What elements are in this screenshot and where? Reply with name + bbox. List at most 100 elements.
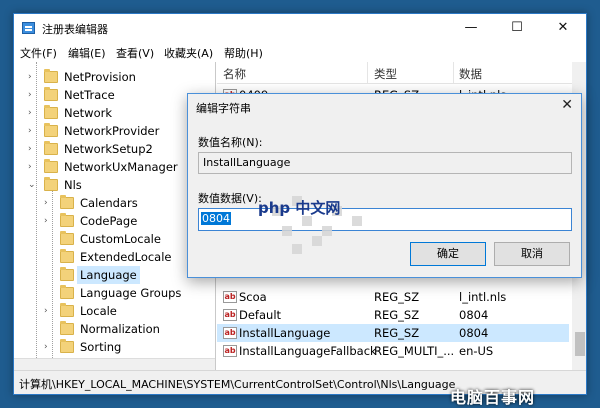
tree-node[interactable]: › Sorting	[14, 338, 214, 356]
php-logo-text: php 中文网	[258, 199, 341, 217]
value-type: REG_MULTI_...	[374, 344, 455, 358]
folder-icon	[44, 105, 58, 119]
value-data-selection: 0804	[201, 212, 231, 225]
expand-chevron-icon[interactable]: ›	[28, 158, 38, 176]
registry-editor-icon	[22, 22, 35, 34]
minimize-button[interactable]: —	[448, 14, 494, 42]
tree-node-label: NetworkUxManager	[64, 160, 178, 174]
folder-icon	[60, 213, 74, 227]
folder-icon	[44, 87, 58, 101]
expand-chevron-icon[interactable]: ›	[28, 86, 38, 104]
tree-node-label: NetProvision	[64, 70, 136, 84]
tree-node-label: Language	[77, 266, 140, 284]
tree-node[interactable]: Language	[14, 266, 214, 284]
window-title: 注册表编辑器	[42, 23, 108, 36]
expand-chevron-icon[interactable]: ›	[28, 140, 38, 158]
tree-node-label: Nls	[64, 178, 82, 192]
folder-icon	[60, 321, 74, 335]
title-bar: 注册表编辑器 — ☐ ✕	[14, 14, 586, 42]
value-name: InstallLanguageFallback	[239, 344, 377, 358]
tree-node[interactable]: ExtendedLocale	[14, 248, 214, 266]
tree-node-label: CodePage	[80, 214, 138, 228]
value-row-selected[interactable]: ab InstallLanguage REG_SZ 0804	[217, 324, 569, 342]
collapse-chevron-icon[interactable]: ⌄	[28, 176, 38, 194]
tree-node-label: Sorting	[80, 340, 122, 354]
value-type: REG_SZ	[374, 308, 420, 322]
folder-icon	[60, 195, 74, 209]
tree-node-label: NetworkProvider	[64, 124, 160, 138]
tree-node-label: NetworkSetup2	[64, 142, 153, 156]
tree-node[interactable]: CustomLocale	[14, 230, 214, 248]
value-type: REG_SZ	[374, 326, 420, 340]
value-row[interactable]: ab Default REG_SZ 0804	[217, 306, 569, 324]
tree-node[interactable]: › NetTrace	[14, 86, 214, 104]
column-name-header[interactable]: 名称	[223, 66, 246, 82]
expand-chevron-icon[interactable]: ›	[28, 122, 38, 140]
column-data-header[interactable]: 数据	[459, 66, 482, 82]
tree-node-label: CustomLocale	[80, 232, 161, 246]
edit-string-dialog: 编辑字符串 ✕ 数值名称(N): InstallLanguage 数值数据(V)…	[187, 93, 582, 278]
tree-node-label: Network	[64, 106, 113, 120]
tree-node[interactable]: › CodePage	[14, 212, 214, 230]
cancel-button[interactable]: 取消	[494, 242, 570, 266]
menu-file[interactable]: 文件(F)	[20, 45, 57, 61]
folder-icon	[44, 69, 58, 83]
tree-node[interactable]: ⌄ Nls	[14, 176, 214, 194]
dialog-close-button[interactable]: ✕	[561, 97, 573, 113]
scrollbar-thumb[interactable]	[575, 332, 585, 356]
folder-icon	[60, 285, 74, 299]
ok-button[interactable]: 确定	[410, 242, 486, 266]
expand-chevron-icon[interactable]: ›	[44, 338, 54, 356]
expand-chevron-icon[interactable]: ›	[44, 212, 54, 230]
value-type: REG_SZ	[374, 290, 420, 304]
folder-icon	[44, 141, 58, 155]
key-tree[interactable]: › NetProvision › NetTrace › Network › NetworkPr…	[14, 62, 216, 372]
folder-icon	[60, 249, 74, 263]
value-row[interactable]: ab InstallLanguageFallback REG_MULTI_...…	[217, 342, 569, 360]
tree-node[interactable]: › NetProvision	[14, 68, 214, 86]
value-data: 0804	[459, 326, 489, 340]
value-name: InstallLanguage	[239, 326, 331, 340]
menu-view[interactable]: 查看(V)	[116, 45, 154, 61]
menu-edit[interactable]: 编辑(E)	[68, 45, 106, 61]
tree-node[interactable]: › NetworkUxManager	[14, 158, 214, 176]
close-button[interactable]: ✕	[540, 14, 586, 42]
value-name-field: InstallLanguage	[198, 152, 572, 174]
menu-help[interactable]: 帮助(H)	[224, 45, 263, 61]
value-data: l_intl.nls	[459, 290, 507, 304]
tree-node[interactable]: › NetworkProvider	[14, 122, 214, 140]
tree-node[interactable]: › Network	[14, 104, 214, 122]
value-data-label: 数值数据(V):	[198, 192, 262, 205]
menu-favorites[interactable]: 收藏夹(A)	[164, 45, 213, 61]
expand-chevron-icon[interactable]: ›	[28, 68, 38, 86]
tree-node[interactable]: › Calendars	[14, 194, 214, 212]
folder-icon	[60, 339, 74, 353]
expand-chevron-icon[interactable]: ›	[44, 194, 54, 212]
tree-node-label: Language Groups	[80, 286, 182, 300]
value-name: Scoa	[239, 290, 267, 304]
expand-chevron-icon[interactable]: ›	[44, 302, 54, 320]
column-separator[interactable]	[453, 62, 454, 84]
dialog-title: 编辑字符串	[196, 102, 251, 115]
tree-node[interactable]: › Locale	[14, 302, 214, 320]
watermark-brand: 电脑百事网	[450, 388, 536, 407]
maximize-button[interactable]: ☐	[494, 14, 540, 42]
column-type-header[interactable]: 类型	[374, 66, 397, 82]
expand-chevron-icon[interactable]: ›	[28, 104, 38, 122]
folder-icon	[60, 231, 74, 245]
folder-icon	[60, 267, 74, 281]
tree-node[interactable]: › NetworkSetup2	[14, 140, 214, 158]
value-data-input[interactable]: 0804	[198, 208, 572, 231]
string-value-icon: ab	[223, 291, 237, 303]
watermark-php: php 中文网	[258, 197, 340, 218]
column-separator[interactable]	[367, 62, 368, 84]
folder-icon	[60, 303, 74, 317]
tree-node[interactable]: Normalization	[14, 320, 214, 338]
list-header: 名称 类型 数据	[217, 62, 586, 84]
string-value-icon: ab	[223, 309, 237, 321]
tree-node-label: ExtendedLocale	[80, 250, 172, 264]
tree-node-label: Locale	[80, 304, 117, 318]
tree-node[interactable]: Language Groups	[14, 284, 214, 302]
value-row[interactable]: ab Scoa REG_SZ l_intl.nls	[217, 288, 569, 306]
address-path[interactable]: 计算机\HKEY_LOCAL_MACHINE\SYSTEM\CurrentCon…	[19, 376, 455, 392]
